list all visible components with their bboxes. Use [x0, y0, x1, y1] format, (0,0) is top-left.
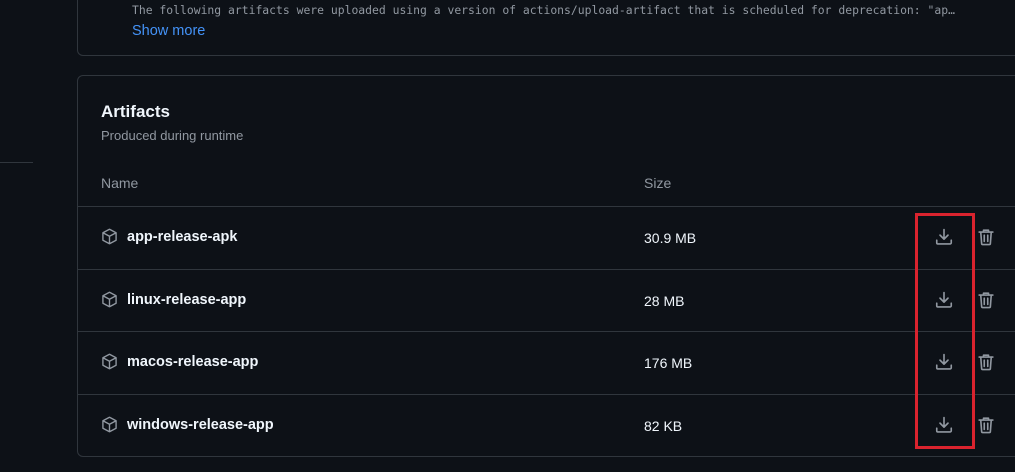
annotation-card: The following artifacts were uploaded us… [77, 0, 1015, 56]
package-icon [101, 291, 118, 308]
artifact-name-link[interactable]: macos-release-app [127, 354, 258, 370]
artifact-name-link[interactable]: linux-release-app [127, 292, 246, 308]
artifacts-subtitle: Produced during runtime [101, 128, 244, 143]
artifact-size: 28 MB [644, 292, 685, 309]
download-icon[interactable] [934, 290, 954, 310]
trash-icon[interactable] [976, 352, 996, 372]
artifacts-title: Artifacts [101, 102, 170, 121]
sidebar-divider [0, 162, 33, 163]
deprecation-notice-text: The following artifacts were uploaded us… [132, 3, 955, 17]
download-icon[interactable] [934, 227, 954, 247]
trash-icon[interactable] [976, 227, 996, 247]
artifact-row: macos-release-app 176 MB [78, 331, 1015, 394]
artifact-name-link[interactable]: windows-release-app [127, 417, 274, 433]
artifact-row: windows-release-app 82 KB [78, 393, 1015, 457]
download-icon[interactable] [934, 352, 954, 372]
show-more-link[interactable]: Show more [132, 23, 205, 39]
artifact-size: 176 MB [644, 355, 693, 371]
artifact-row: linux-release-app 28 MB [78, 268, 1015, 332]
trash-icon[interactable] [976, 415, 996, 435]
page: The following artifacts were uploaded us… [0, 0, 1015, 472]
package-icon [101, 353, 118, 370]
artifacts-card: Artifacts Produced during runtime Name S… [77, 75, 1015, 457]
package-icon [101, 416, 118, 433]
column-header-name: Name [101, 175, 139, 191]
package-icon [101, 228, 118, 245]
column-header-size: Size [644, 175, 672, 191]
artifact-name-link[interactable]: app-release-apk [127, 229, 237, 245]
artifact-row: app-release-apk 30.9 MB [78, 206, 1015, 269]
trash-icon[interactable] [976, 290, 996, 310]
artifact-size: 30.9 MB [644, 230, 697, 246]
download-icon[interactable] [934, 415, 954, 435]
artifacts-list: app-release-apk 30.9 MB linux-release-ap… [78, 206, 1015, 456]
artifact-size: 82 KB [644, 417, 683, 434]
